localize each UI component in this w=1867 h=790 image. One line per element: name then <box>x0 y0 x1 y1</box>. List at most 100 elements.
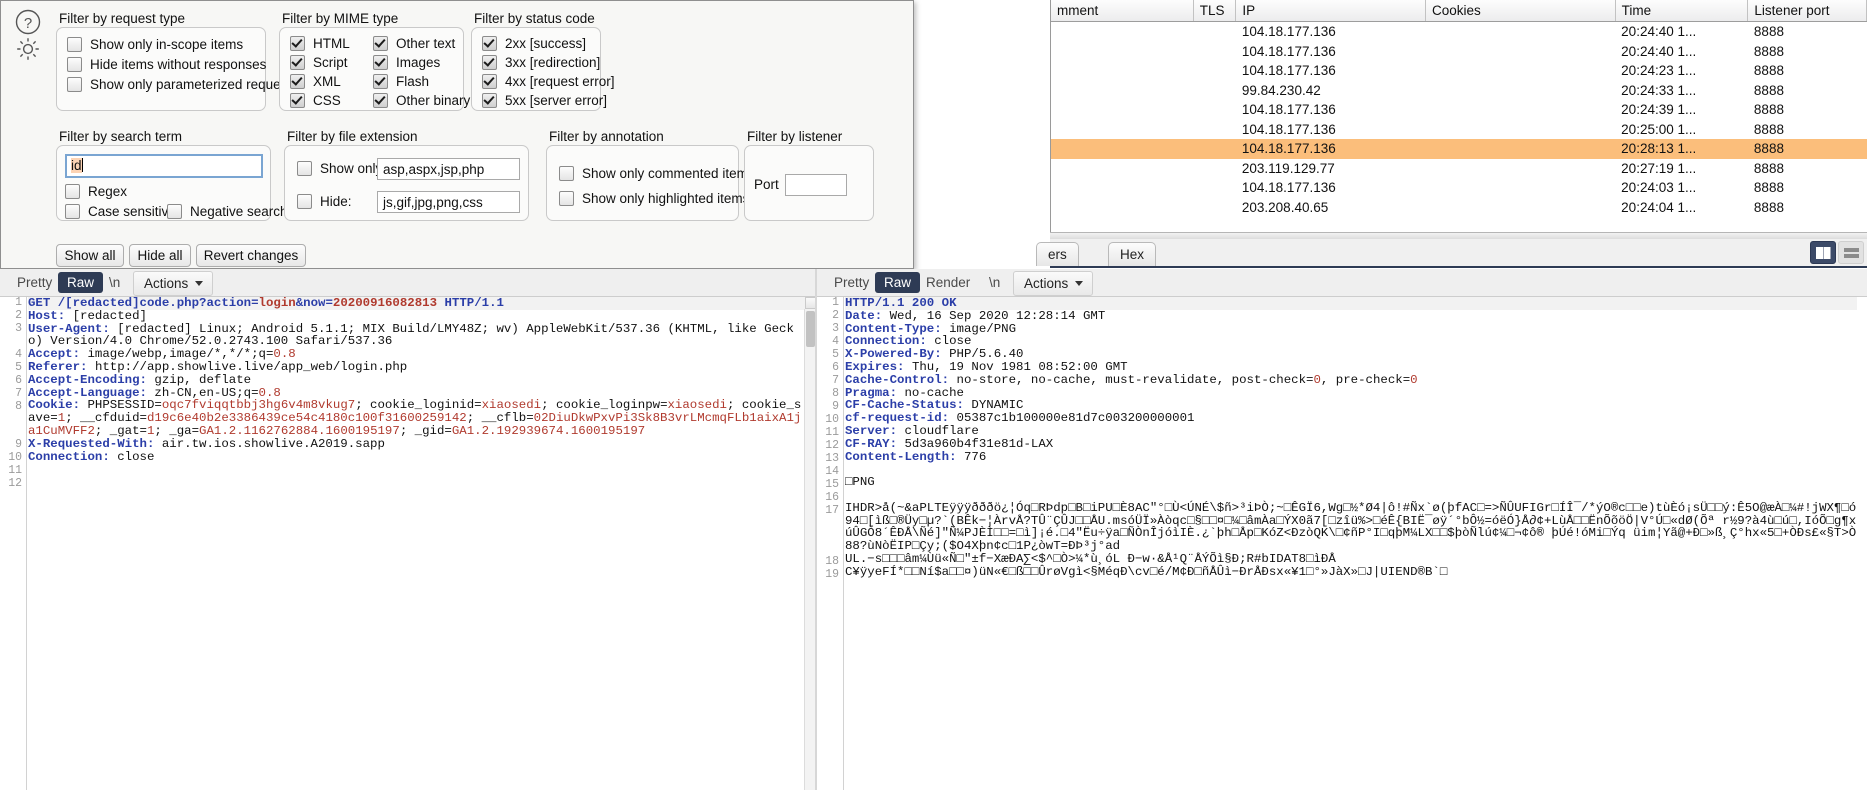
checkbox-row-mime-css[interactable]: CSS <box>290 93 341 108</box>
table-row[interactable]: 104.18.177.136 20:28:13 1... 8888 <box>1051 139 1867 159</box>
gear-icon[interactable] <box>14 35 42 63</box>
cell-ip: 104.18.177.136 <box>1241 63 1336 79</box>
table-row[interactable]: 104.18.177.136 20:24:03 1... 8888 <box>1051 178 1867 198</box>
show-all-button[interactable]: Show all <box>56 244 124 267</box>
checkbox-status-5xx[interactable] <box>482 93 497 108</box>
proxy-history-table[interactable]: mment TLS IP Cookies Time Listener port … <box>1050 0 1867 232</box>
column-header-time[interactable]: Time <box>1615 0 1749 22</box>
cell-comment <box>1051 139 1194 159</box>
checkbox-in-scope[interactable] <box>67 37 82 52</box>
checkbox-mime-xml[interactable] <box>290 74 305 89</box>
tab-response-pretty[interactable]: Pretty <box>825 272 878 293</box>
column-header-cookies[interactable]: Cookies <box>1425 0 1616 22</box>
tab-request-pretty[interactable]: Pretty <box>8 272 61 293</box>
checkbox-row-mime-xml[interactable]: XML <box>290 74 341 89</box>
tab-response-raw[interactable]: Raw <box>875 272 921 293</box>
cell-cookies <box>1426 22 1616 42</box>
checkbox-row-ext-show-only[interactable]: Show only: <box>297 161 386 176</box>
cell-comment <box>1051 120 1193 140</box>
table-row[interactable]: 104.18.177.136 20:24:39 1... 8888 <box>1051 100 1867 120</box>
tab-request-raw[interactable]: Raw <box>58 272 104 293</box>
checkbox-row-commented[interactable]: Show only commented items <box>559 166 755 181</box>
response-raw-text[interactable]: HTTP/1.1 200 OK Date: Wed, 16 Sep 2020 12… <box>845 297 1857 790</box>
column-header-ip[interactable]: IP <box>1235 0 1427 22</box>
table-row[interactable]: 104.18.177.136 20:25:00 1... 8888 <box>1051 120 1867 140</box>
checkbox-row-status-2xx[interactable]: 2xx [success] <box>482 36 586 51</box>
subtab-headers[interactable]: ers <box>1036 242 1079 266</box>
split-view-icon[interactable] <box>1810 241 1836 264</box>
table-row[interactable]: 203.119.129.77 20:27:19 1... 8888 <box>1051 159 1867 179</box>
cell-comment <box>1051 61 1193 81</box>
response-actions-button[interactable]: Actions <box>1013 271 1094 296</box>
checkbox-row-in-scope[interactable]: Show only in-scope items <box>67 37 243 52</box>
checkbox-negative-search[interactable] <box>167 204 182 219</box>
port-input[interactable] <box>785 174 847 196</box>
checkbox-row-case-sensitive[interactable]: Case sensitive <box>65 204 176 219</box>
checkbox-status-2xx[interactable] <box>482 36 497 51</box>
cell-ip: 104.18.177.136 <box>1241 24 1336 40</box>
checkbox-row-mime-other-text[interactable]: Other text <box>373 36 455 51</box>
checkbox-hide-no-response[interactable] <box>67 57 82 72</box>
checkbox-row-status-3xx[interactable]: 3xx [redirection] <box>482 55 600 70</box>
checkbox-ext-hide[interactable] <box>297 194 312 209</box>
checkbox-row-regex[interactable]: Regex <box>65 184 127 199</box>
checkbox-mime-css[interactable] <box>290 93 305 108</box>
table-row[interactable]: 104.18.177.136 20:24:40 1... 8888 <box>1051 22 1867 42</box>
checkbox-ext-show-only[interactable] <box>297 161 312 176</box>
hide-all-button[interactable]: Hide all <box>129 244 191 267</box>
checkbox-regex[interactable] <box>65 184 80 199</box>
checkbox-status-4xx[interactable] <box>482 74 497 89</box>
checkbox-row-mime-images[interactable]: Images <box>373 55 440 70</box>
subtab-hex[interactable]: Hex <box>1108 242 1157 266</box>
checkbox-row-highlighted[interactable]: Show only highlighted items <box>559 191 749 206</box>
column-header-listener-port[interactable]: Listener port <box>1747 0 1867 22</box>
ext-show-only-input[interactable]: asp,aspx,jsp,php <box>377 158 520 180</box>
response-message-editor: Pretty Raw Render \n Actions 1 2 3 4 5 6 7 8 9 10… <box>817 269 1867 790</box>
checkbox-row-mime-flash[interactable]: Flash <box>373 74 429 89</box>
code-line: Cache-Control: no-store, no-cache, must-… <box>845 372 1418 387</box>
table-row[interactable]: 203.208.40.65 20:24:04 1... 8888 <box>1051 198 1867 218</box>
checkbox-commented[interactable] <box>559 166 574 181</box>
checkbox-row-hide-no-response[interactable]: Hide items without responses <box>67 57 266 72</box>
checkbox-row-mime-script[interactable]: Script <box>290 55 348 70</box>
tab-response-newline[interactable]: \n <box>980 272 1009 293</box>
request-raw-text[interactable]: GET /[redacted]code.php?action=login&now… <box>28 297 807 790</box>
checkbox-row-status-5xx[interactable]: 5xx [server error] <box>482 93 607 108</box>
checkbox-mime-images[interactable] <box>373 55 388 70</box>
checkbox-row-ext-hide[interactable]: Hide: <box>297 194 352 209</box>
cell-ip: 104.18.177.136 <box>1241 43 1336 59</box>
revert-changes-button[interactable]: Revert changes <box>196 244 306 267</box>
ext-hide-input[interactable]: js,gif,jpg,png,css <box>377 191 520 213</box>
table-row[interactable]: 104.18.177.136 20:24:23 1... 8888 <box>1051 61 1867 81</box>
checkbox-row-status-4xx[interactable]: 4xx [request error] <box>482 74 615 89</box>
checkbox-highlighted[interactable] <box>559 191 574 206</box>
label-case-sensitive: Case sensitive <box>88 204 176 219</box>
tab-response-render[interactable]: Render <box>917 272 979 293</box>
response-code-area[interactable]: 1 2 3 4 5 6 7 8 9 10 11 12 13 14 15 16 17 18 19 HTTP/1.1 2… <box>817 297 1867 790</box>
checkbox-mime-script[interactable] <box>290 55 305 70</box>
column-header-tls[interactable]: TLS <box>1193 0 1237 22</box>
checkbox-mime-other-binary[interactable] <box>373 93 388 108</box>
stacked-view-icon[interactable] <box>1838 241 1864 264</box>
request-scrollbar-thumb[interactable] <box>806 311 815 347</box>
checkbox-mime-flash[interactable] <box>373 74 388 89</box>
request-code-area[interactable]: 1 2 3 4 5 6 7 8 9 10 11 12 GET /[redacted]code.php?… <box>0 297 817 790</box>
checkbox-mime-html[interactable] <box>290 36 305 51</box>
checkbox-row-parameterized[interactable]: Show only parameterized requests <box>67 77 298 92</box>
checkbox-mime-other-text[interactable] <box>373 36 388 51</box>
checkbox-case-sensitive[interactable] <box>65 204 80 219</box>
table-row[interactable]: 104.18.177.136 20:24:40 1... 8888 <box>1051 42 1867 62</box>
checkbox-status-3xx[interactable] <box>482 55 497 70</box>
tab-request-newline[interactable]: \n <box>100 272 129 293</box>
checkbox-parameterized[interactable] <box>67 77 82 92</box>
table-row[interactable]: 99.84.230.42 20:24:33 1... 8888 <box>1051 81 1867 101</box>
cell-time: 20:25:00 1... <box>1621 121 1697 137</box>
column-header-comment[interactable]: mment <box>1051 0 1194 22</box>
checkbox-row-negative-search[interactable]: Negative search <box>167 204 288 219</box>
help-icon[interactable]: ? <box>13 7 43 37</box>
search-input[interactable]: id <box>65 154 263 178</box>
request-actions-button[interactable]: Actions <box>133 271 214 296</box>
cell-comment <box>1051 81 1193 101</box>
checkbox-row-mime-other-binary[interactable]: Other binary <box>373 93 470 108</box>
checkbox-row-mime-html[interactable]: HTML <box>290 36 350 51</box>
